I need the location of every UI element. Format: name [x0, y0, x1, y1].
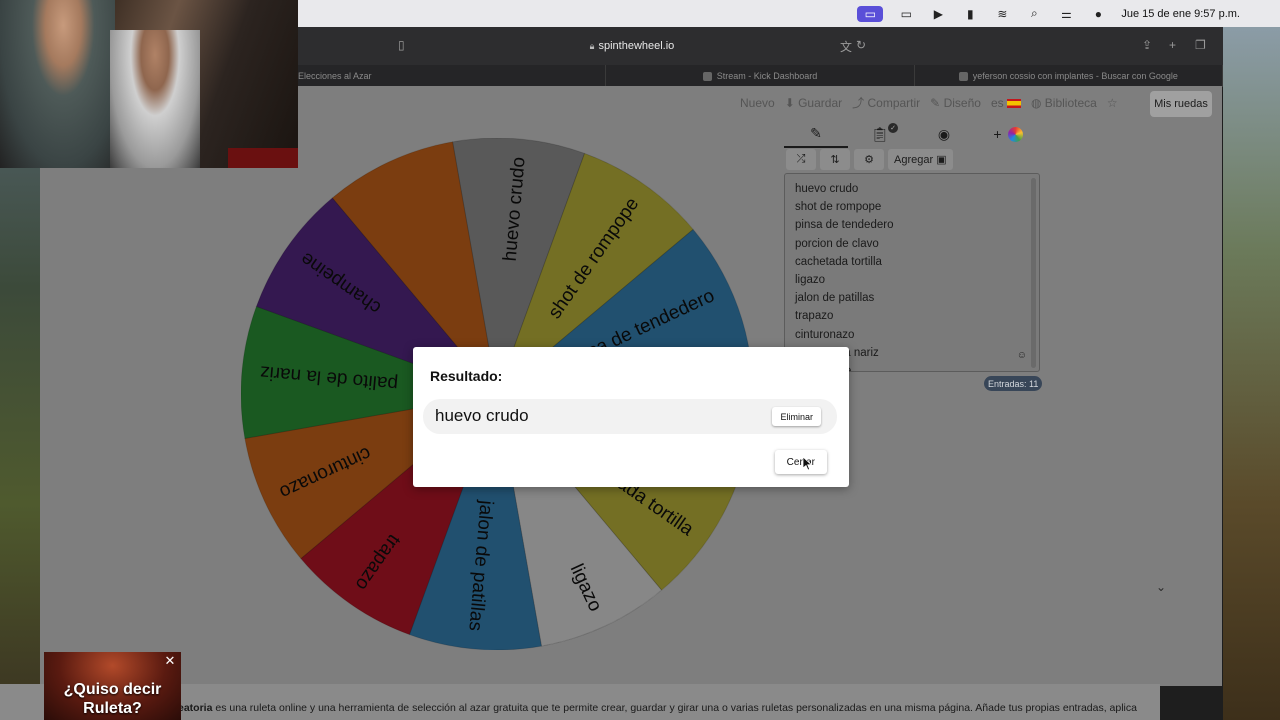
results-badge: ✓	[888, 123, 898, 133]
browser-titlebar: ▯ 🔒︎ spinthewheel.io 文 ↻ ⇪ + ❐	[298, 27, 1223, 65]
entries-count-badge: Entradas: 11	[984, 376, 1043, 391]
pencil-icon: ✎	[810, 124, 822, 141]
search-icon[interactable]: ⌕	[1025, 6, 1043, 22]
new-wheel-link[interactable]: Nuevo	[740, 96, 775, 110]
entry-item[interactable]: trapazo	[795, 307, 1029, 325]
kick-icon	[702, 71, 712, 81]
new-tab-icon[interactable]: +	[1169, 38, 1176, 52]
editor-toolbar: ⤮ ⇅ ⚙ Agregar ▣	[786, 149, 953, 171]
entries-textarea[interactable]: huevo crudo shot de rompope pinsa de tende…	[784, 173, 1040, 372]
gear-icon: ⚙	[864, 154, 874, 166]
tab-elecciones[interactable]: Elecciones al Azar	[298, 65, 607, 87]
entry-item[interactable]: huevo crudo	[795, 180, 1029, 198]
delete-entry-button[interactable]: Eliminar	[772, 407, 821, 426]
guest-figure	[110, 30, 200, 168]
close-icon[interactable]: ✕	[163, 654, 177, 668]
shuffle-icon: ⤮	[796, 153, 806, 165]
plus-icon: +	[993, 126, 1002, 142]
siri-icon[interactable]: ●	[1089, 6, 1107, 22]
shuffle-button[interactable]: ⤮	[786, 149, 816, 170]
entry-item[interactable]: pinsa de tendedero	[795, 216, 1029, 234]
translate-icon[interactable]: 文	[840, 38, 852, 55]
control-center-icon[interactable]: ⚌	[1057, 6, 1075, 22]
clipboard-icon: 📋︎	[871, 125, 889, 142]
result-value: huevo crudo	[435, 406, 529, 425]
desktop-wallpaper-right	[1222, 0, 1280, 720]
entry-item[interactable]: porcion de clavo	[795, 235, 1029, 253]
tab-edit[interactable]: ✎	[784, 120, 848, 148]
entry-item[interactable]: cinturonazo	[795, 326, 1029, 344]
editor-tabs: ✎ 📋︎ ✓ ◉ +	[784, 120, 1040, 148]
share-arrow-icon: ⤴	[852, 96, 865, 110]
tab-google-search[interactable]: yeferson cossio con implantes - Buscar c…	[915, 65, 1223, 87]
spain-flag-icon	[1006, 98, 1021, 108]
screen-share-icon[interactable]: ▭	[857, 5, 884, 22]
library-link[interactable]: ◍ Biblioteca	[1031, 96, 1097, 110]
settings-button[interactable]: ⚙	[854, 149, 884, 170]
promo-popup[interactable]: ¿Quiso decir Ruleta? ✕	[44, 652, 181, 720]
tab-overview-icon[interactable]: ❐	[1195, 38, 1206, 52]
dialog-title: Resultado:	[430, 368, 503, 384]
my-wheels-button[interactable]: Mis ruedas	[1150, 91, 1212, 117]
tab-add-wheel[interactable]: +	[976, 120, 1040, 148]
tab-kick-dashboard[interactable]: Stream - Kick Dashboard	[606, 65, 915, 87]
tab-results[interactable]: 📋︎ ✓	[848, 120, 912, 148]
top-nav: Nuevo ⬇ Guardar ⤴ Compartir ✎ Diseño es …	[740, 94, 1118, 111]
entry-item[interactable]: jalon de patillas	[795, 289, 1029, 307]
star-icon[interactable]: ☆	[1107, 96, 1118, 110]
sort-icon: ⇅	[830, 154, 840, 166]
color-wheel-icon	[1007, 126, 1023, 142]
wifi-icon[interactable]: ≋	[993, 6, 1011, 22]
entry-item[interactable]: cachetada tortilla	[795, 253, 1029, 271]
eye-off-icon: ◉	[937, 125, 951, 142]
tab-strip: Elecciones al Azar Stream - Kick Dashboa…	[298, 65, 1223, 87]
result-row: huevo crudo Eliminar	[423, 399, 837, 434]
design-link[interactable]: ✎ Diseño	[930, 96, 981, 110]
save-icon: ⬇	[784, 95, 795, 110]
share-icon[interactable]: ⇪	[1142, 38, 1152, 52]
play-icon[interactable]: ▶	[929, 6, 947, 22]
language-selector[interactable]: es	[991, 96, 1021, 110]
mouse-cursor-icon	[803, 457, 813, 471]
streamer-figure	[0, 0, 115, 168]
entries-scrollbar[interactable]	[1031, 178, 1036, 368]
reload-icon[interactable]: ↻	[856, 38, 866, 52]
brush-icon: ✎	[930, 95, 941, 110]
webcam-overlay	[0, 0, 298, 168]
entry-item[interactable]: shot de rompope	[795, 198, 1029, 216]
promo-text: ¿Quiso decir Ruleta?	[63, 681, 162, 717]
google-icon	[958, 71, 968, 81]
add-image-button[interactable]: Agregar ▣	[888, 149, 953, 170]
globe-icon: ◍	[1030, 95, 1042, 110]
share-link[interactable]: ⤴ Compartir	[852, 94, 920, 111]
sort-button[interactable]: ⇅	[820, 149, 850, 170]
result-dialog: Resultado: huevo crudo Eliminar Cerrar	[413, 347, 849, 487]
display-icon[interactable]: ▭	[897, 6, 915, 22]
address-bar[interactable]: 🔒︎ spinthewheel.io	[390, 35, 874, 57]
lock-icon: 🔒︎	[589, 40, 595, 51]
emoji-icon[interactable]: ☺	[1017, 350, 1027, 361]
menu-bar-clock[interactable]: Jue 15 de ene 9:57 p.m.	[1121, 8, 1240, 20]
url-text: spinthewheel.io	[598, 40, 675, 52]
tab-hidden[interactable]: ◉	[912, 120, 976, 148]
entry-item[interactable]: ligazo	[795, 271, 1029, 289]
image-icon: ▣	[936, 154, 947, 166]
chevron-down-icon[interactable]: ⌄	[1156, 580, 1166, 594]
save-link[interactable]: ⬇ Guardar	[785, 96, 842, 110]
description-text: eatoria es una ruleta online y una herra…	[178, 702, 1137, 714]
close-dialog-button[interactable]: Cerrar	[774, 450, 827, 474]
battery-icon[interactable]: ▮	[961, 6, 979, 22]
background-object	[228, 148, 298, 168]
